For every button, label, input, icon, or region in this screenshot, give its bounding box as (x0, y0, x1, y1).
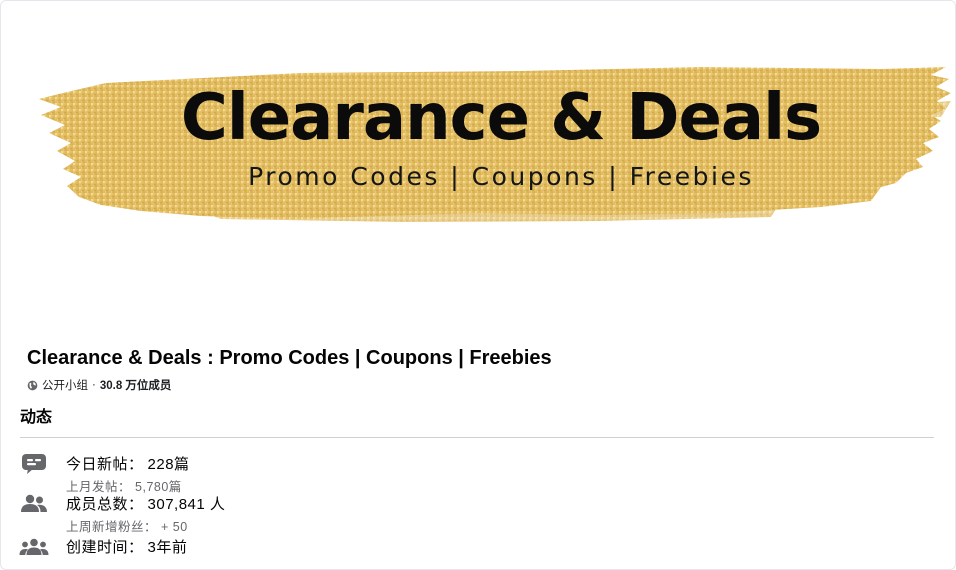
stat-posts: 今日新帖： 228篇 上月发帖： 5,780篇 (19, 453, 190, 495)
group-icon (19, 536, 49, 558)
stat-label: 成员总数： (66, 496, 144, 513)
stat-created-time: 创建时间： 3年前 (66, 536, 187, 557)
stat-created: 创建时间： 3年前 (19, 536, 187, 558)
activity-title: 动态 (20, 409, 53, 426)
stat-new-followers: 上周新增粉丝： + 50 (66, 516, 225, 535)
chat-bubble-icon (19, 453, 49, 475)
group-meta: 公开小组 · 30.8 万位成员 (27, 377, 171, 393)
cover-banner[interactable]: Clearance & Deals Promo Codes | Coupons … (1, 1, 955, 331)
stat-sub-value: + 50 (161, 520, 188, 534)
divider (20, 437, 934, 438)
stat-sub-label: 上月发帖： (66, 480, 132, 494)
meta-separator: · (92, 379, 96, 391)
group-privacy: 公开小组 (42, 380, 88, 392)
stat-members: 成员总数： 307,841 人 上周新增粉丝： + 50 (19, 493, 225, 535)
globe-icon (27, 380, 38, 390)
stat-value: 3年前 (147, 539, 188, 556)
group-name[interactable]: Clearance & Deals : Promo Codes | Coupon… (27, 347, 552, 370)
banner-subtitle: Promo Codes | Coupons | Freebies (248, 162, 754, 191)
stat-value: 307,841 人 (147, 496, 226, 513)
stat-sub-value: 5,780篇 (135, 480, 182, 494)
banner-title: Clearance & Deals (180, 81, 822, 155)
stat-total-members: 成员总数： 307,841 人 (66, 493, 225, 514)
stat-value: 228篇 (147, 456, 190, 473)
group-member-count[interactable]: 30.8 万位成员 (100, 377, 172, 393)
stat-label: 创建时间： (66, 539, 144, 556)
stat-posts-today: 今日新帖： 228篇 (66, 453, 190, 474)
group-about-card: Clearance & Deals Promo Codes | Coupons … (0, 0, 956, 570)
members-icon (19, 493, 49, 515)
stat-sub-label: 上周新增粉丝： (66, 520, 158, 534)
stat-label: 今日新帖： (66, 456, 144, 473)
